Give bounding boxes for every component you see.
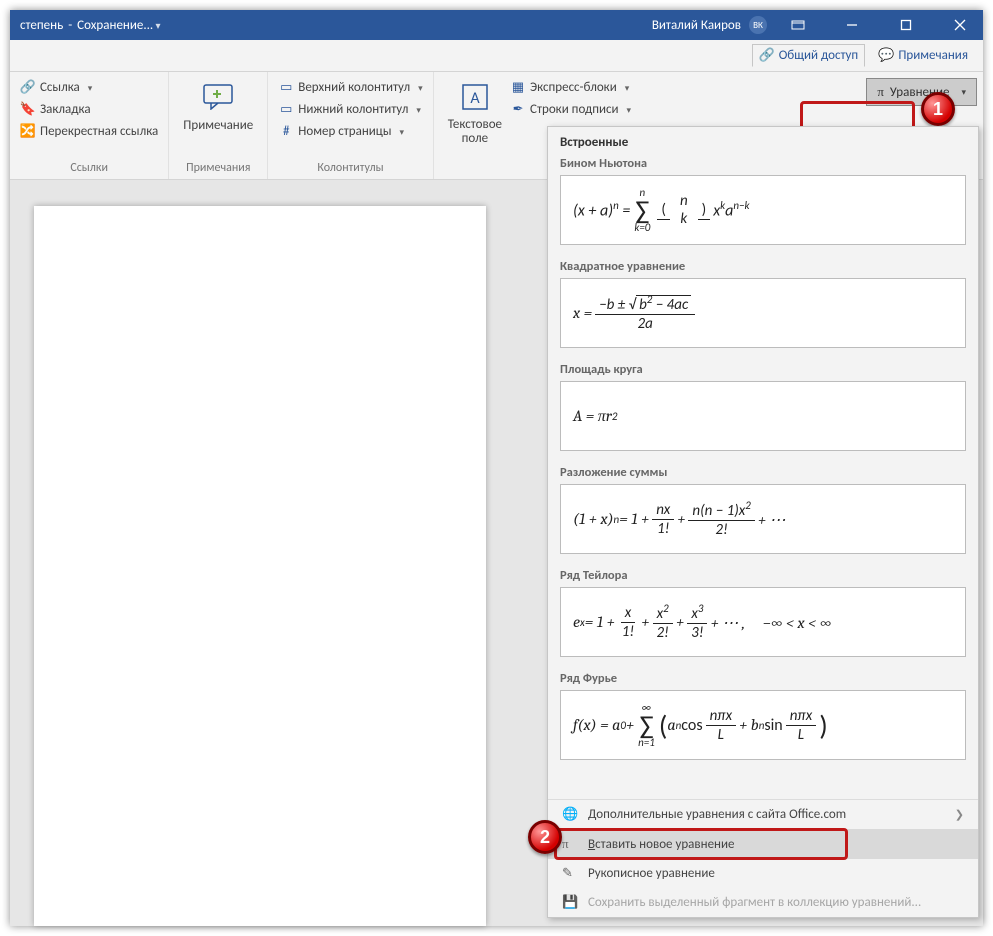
avatar[interactable]: ВК: [749, 16, 767, 34]
svg-text:A: A: [470, 89, 480, 108]
ink-equation[interactable]: ✎ Рукописное уравнение: [548, 859, 978, 888]
equation-gallery[interactable]: Бином Ньютона (x + a)n = n∑k=0 ( nk ) xk…: [548, 156, 978, 799]
header-button[interactable]: ▭Верхний колонтитул: [276, 76, 424, 98]
minimize-button[interactable]: [829, 10, 875, 40]
bookmark-button[interactable]: 🔖Закладка: [18, 98, 160, 120]
quickparts-button[interactable]: ▦Экспресс-блоки: [508, 76, 633, 98]
close-button[interactable]: [937, 10, 983, 40]
equation-item-quadratic[interactable]: Квадратное уравнение x = −b ± √b2 − 4ac2…: [560, 259, 966, 348]
comments-label: Примечания: [898, 48, 968, 63]
footer-icon: ▭: [278, 101, 294, 117]
badge-1: 1: [921, 92, 955, 126]
equation-item-expansion[interactable]: Разложение суммы (1 + x)n = 1 + nx1! + n…: [560, 465, 966, 554]
comment-icon: 💬: [878, 48, 894, 63]
top-tabs: 🔗 Общий доступ 💬 Примечания: [10, 40, 983, 72]
highlight-2: [554, 828, 848, 860]
comment-button[interactable]: Примечание: [177, 76, 259, 161]
doc-status[interactable]: Сохранение...: [77, 18, 160, 33]
quickparts-icon: ▦: [510, 79, 526, 95]
ink-icon: ✎: [562, 866, 578, 881]
badge-2: 2: [528, 820, 562, 854]
comments-group-label: Примечания: [177, 161, 259, 177]
header-icon: ▭: [278, 79, 294, 95]
textbox-icon: A: [458, 80, 492, 114]
pagenum-button[interactable]: #Номер страницы: [276, 120, 424, 142]
chevron-right-icon: ❯: [955, 808, 964, 821]
signature-icon: ✒: [510, 101, 526, 117]
headers-group-label: Колонтитулы: [276, 161, 424, 177]
equation-item-binomial[interactable]: Бином Ньютона (x + a)n = n∑k=0 ( nk ) xk…: [560, 156, 966, 245]
more-equations[interactable]: 🌐 Дополнительные уравнения с сайта Offic…: [548, 800, 978, 829]
ribbon-options-icon[interactable]: [775, 10, 821, 40]
comments-button[interactable]: 💬 Примечания: [871, 44, 975, 67]
crossref-button[interactable]: 🔀Перекрестная ссылка: [18, 120, 160, 142]
equation-item-circle[interactable]: Площадь круга A = πr2: [560, 362, 966, 451]
pagenum-icon: #: [278, 123, 294, 139]
bookmark-icon: 🔖: [20, 101, 36, 117]
equation-dropdown: Встроенные Бином Ньютона (x + a)n = n∑k=…: [547, 126, 979, 918]
maximize-button[interactable]: [883, 10, 929, 40]
link-icon: 🔗: [20, 79, 36, 95]
signature-button[interactable]: ✒Строки подписи: [508, 98, 633, 120]
user-name: Виталий Каиров: [652, 18, 741, 33]
textbox-button[interactable]: A Текстовое поле: [442, 76, 508, 177]
equation-item-fourier[interactable]: Ряд Фурье f(x) = a0 + ∞∑n=1 (an cosnπxL …: [560, 671, 966, 760]
dropdown-header: Встроенные: [548, 127, 978, 156]
footer-button[interactable]: ▭Нижний колонтитул: [276, 98, 424, 120]
save-equation: 💾 Сохранить выделенный фрагмент в коллек…: [548, 888, 978, 917]
equation-item-taylor[interactable]: Ряд Тейлора ex = 1 + x1! + x22! + x33! +…: [560, 568, 966, 657]
titlebar: степень - Сохранение... Виталий Каиров В…: [10, 10, 983, 40]
link-button[interactable]: 🔗Ссылка: [18, 76, 160, 98]
save-icon: 💾: [562, 895, 578, 910]
pi-icon: π: [877, 84, 884, 100]
comment-big-icon: [201, 80, 235, 114]
share-icon: 🔗: [759, 48, 775, 63]
dropdown-footer: 🌐 Дополнительные уравнения с сайта Offic…: [548, 799, 978, 917]
share-button[interactable]: 🔗 Общий доступ: [752, 44, 866, 67]
share-label: Общий доступ: [779, 48, 858, 63]
crossref-icon: 🔀: [20, 123, 36, 139]
links-group-label: Ссылки: [18, 161, 160, 177]
globe-icon: 🌐: [562, 807, 578, 822]
doc-title: степень: [20, 18, 63, 33]
document-page[interactable]: [34, 206, 486, 926]
